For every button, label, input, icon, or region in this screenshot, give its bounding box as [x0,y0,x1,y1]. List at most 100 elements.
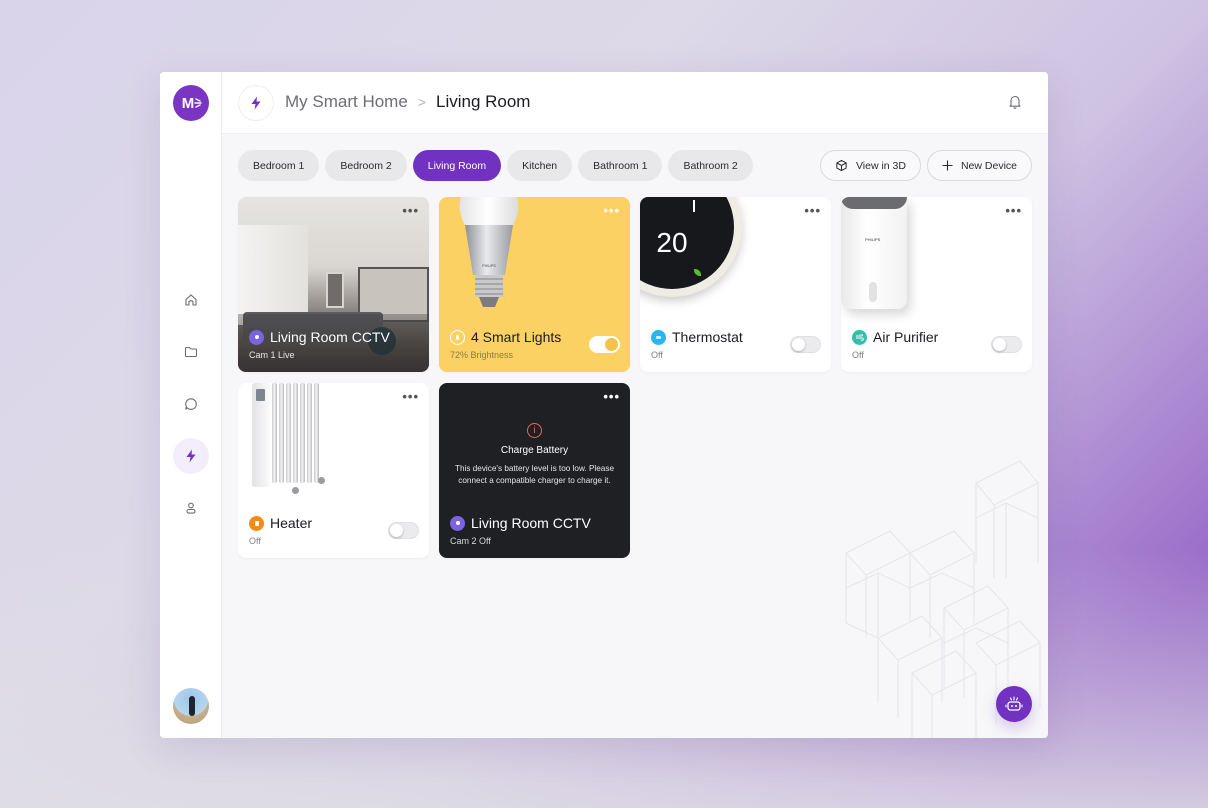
assistant-bot-button[interactable] [996,686,1032,722]
card-menu-button[interactable]: ••• [1005,204,1022,217]
folder-icon [184,346,198,358]
thermostat-face: 20 [640,197,734,289]
device-card-smart-lights[interactable]: PHILIPS ••• 4 Smart Lights 72% Brightnes… [439,197,630,372]
room-tabs: Bedroom 1 Bedroom 2 Living Room Kitchen … [238,150,753,181]
heater-fin [279,383,284,483]
top-bar: My Smart Home > Living Room [222,72,1048,134]
lights-power-toggle[interactable] [589,336,620,353]
card-menu-button[interactable]: ••• [603,390,620,403]
heater-fin [300,383,305,483]
device-name: Thermostat [672,329,743,345]
sidebar-item-devices[interactable] [173,438,209,474]
heater-wheel [318,477,325,484]
device-card-air-purifier[interactable]: PHILIPS ••• Air Purifier Off [841,197,1032,372]
device-name: Air Purifier [873,329,939,345]
alert-title: Charge Battery [500,445,569,456]
toggle-knob [605,338,618,351]
heater-image [252,383,325,495]
cube-icon [836,159,847,172]
device-status: 72% Brightness [450,350,514,360]
toggle-knob [390,524,403,537]
heater-fin [286,383,291,483]
info-warning-icon: i [527,423,542,438]
device-card-cctv-1[interactable]: ••• Living Room CCTV Cam 1 Live [238,197,429,372]
card-title-row: Living Room CCTV [450,515,591,531]
plus-icon [942,160,953,171]
device-name: Living Room CCTV [270,329,390,345]
svg-text:PHILIPS: PHILIPS [482,264,496,268]
thermostat-power-toggle[interactable] [790,336,821,353]
heater-fin [314,383,319,483]
devices-home-button[interactable] [238,85,274,121]
device-card-heater[interactable]: ••• Heater Off [238,383,429,558]
device-status: Off [852,350,864,360]
alert-message: This device's battery level is too low. … [454,464,615,485]
tab-living-room[interactable]: Living Room [412,150,502,181]
sidebar: M [160,72,222,738]
chat-icon [185,398,197,410]
breadcrumb-root[interactable]: My Smart Home [285,92,408,112]
sidebar-item-home[interactable] [173,282,209,318]
device-status: Off [651,350,663,360]
tab-bathroom-2[interactable]: Bathroom 2 [668,150,753,181]
sidebar-item-profile[interactable] [173,490,209,526]
purifier-cap [841,197,907,209]
card-menu-button[interactable]: ••• [402,390,419,403]
robot-icon [1005,696,1023,711]
tab-kitchen[interactable]: Kitchen [507,150,573,181]
device-status: Cam 1 Live [249,350,295,360]
tab-bedroom-2[interactable]: Bedroom 2 [325,150,407,181]
tab-bathroom-1[interactable]: Bathroom 1 [578,150,663,181]
user-icon [186,502,196,514]
thermostat-tick [693,200,695,212]
new-device-button[interactable]: New Device [926,150,1032,181]
thermostat-image: 20 [640,197,742,297]
purifier-water-window [869,282,877,302]
heater-display [256,389,265,401]
avatar-figure [189,696,195,716]
card-title-row: Living Room CCTV [249,329,390,345]
user-avatar[interactable] [173,688,209,724]
sidebar-item-folder[interactable] [173,334,209,370]
heater-fin [307,383,312,483]
breadcrumb: My Smart Home > Living Room [285,92,530,112]
bell-icon [1009,95,1021,109]
device-card-cctv-2[interactable]: ••• i Charge Battery This device's batte… [439,383,630,558]
scene-picture [326,272,344,308]
light-bulb-image: PHILIPS [459,197,519,307]
thermostat-temperature: 20 [656,227,688,258]
device-status: Cam 2 Off [450,536,491,546]
device-name: Heater [270,515,313,531]
scene-window [238,225,308,325]
card-menu-button[interactable]: ••• [603,204,620,217]
view-in-3d-label: View in 3D [855,159,906,172]
smart-home-app: M My Smart Home > Living Room Bedroom 1 … [160,72,1048,738]
breadcrumb-separator: > [417,94,426,110]
air-purifier-power-toggle[interactable] [991,336,1022,353]
home-icon [185,294,197,306]
card-menu-button[interactable]: ••• [402,204,419,217]
breadcrumb-current: Living Room [435,92,531,111]
device-name: 4 Smart Lights [471,329,562,345]
heater-fin [272,383,277,483]
device-status: Off [249,536,261,546]
card-title-row: Thermostat [651,329,743,345]
logo-letter: M [181,94,195,112]
new-device-label: New Device [960,159,1017,172]
purifier-brand: PHILIPS [865,237,881,242]
device-card-thermostat[interactable]: 20 ••• Thermostat Off [640,197,831,372]
notifications-button[interactable] [1008,94,1022,115]
lightning-icon [186,449,196,463]
air-purifier-image: PHILIPS [841,197,907,309]
view-in-3d-button[interactable]: View in 3D [819,150,921,181]
card-menu-button[interactable]: ••• [804,204,821,217]
heater-icon [249,515,264,531]
device-name: Living Room CCTV [471,515,591,531]
heater-power-toggle[interactable] [388,522,419,539]
sidebar-item-messages[interactable] [173,386,209,422]
bulb-icon [450,329,465,345]
tab-bedroom-1[interactable]: Bedroom 1 [238,150,320,181]
app-logo[interactable]: M [173,85,209,121]
heater-control-panel [252,383,270,487]
fan-icon [852,329,867,345]
